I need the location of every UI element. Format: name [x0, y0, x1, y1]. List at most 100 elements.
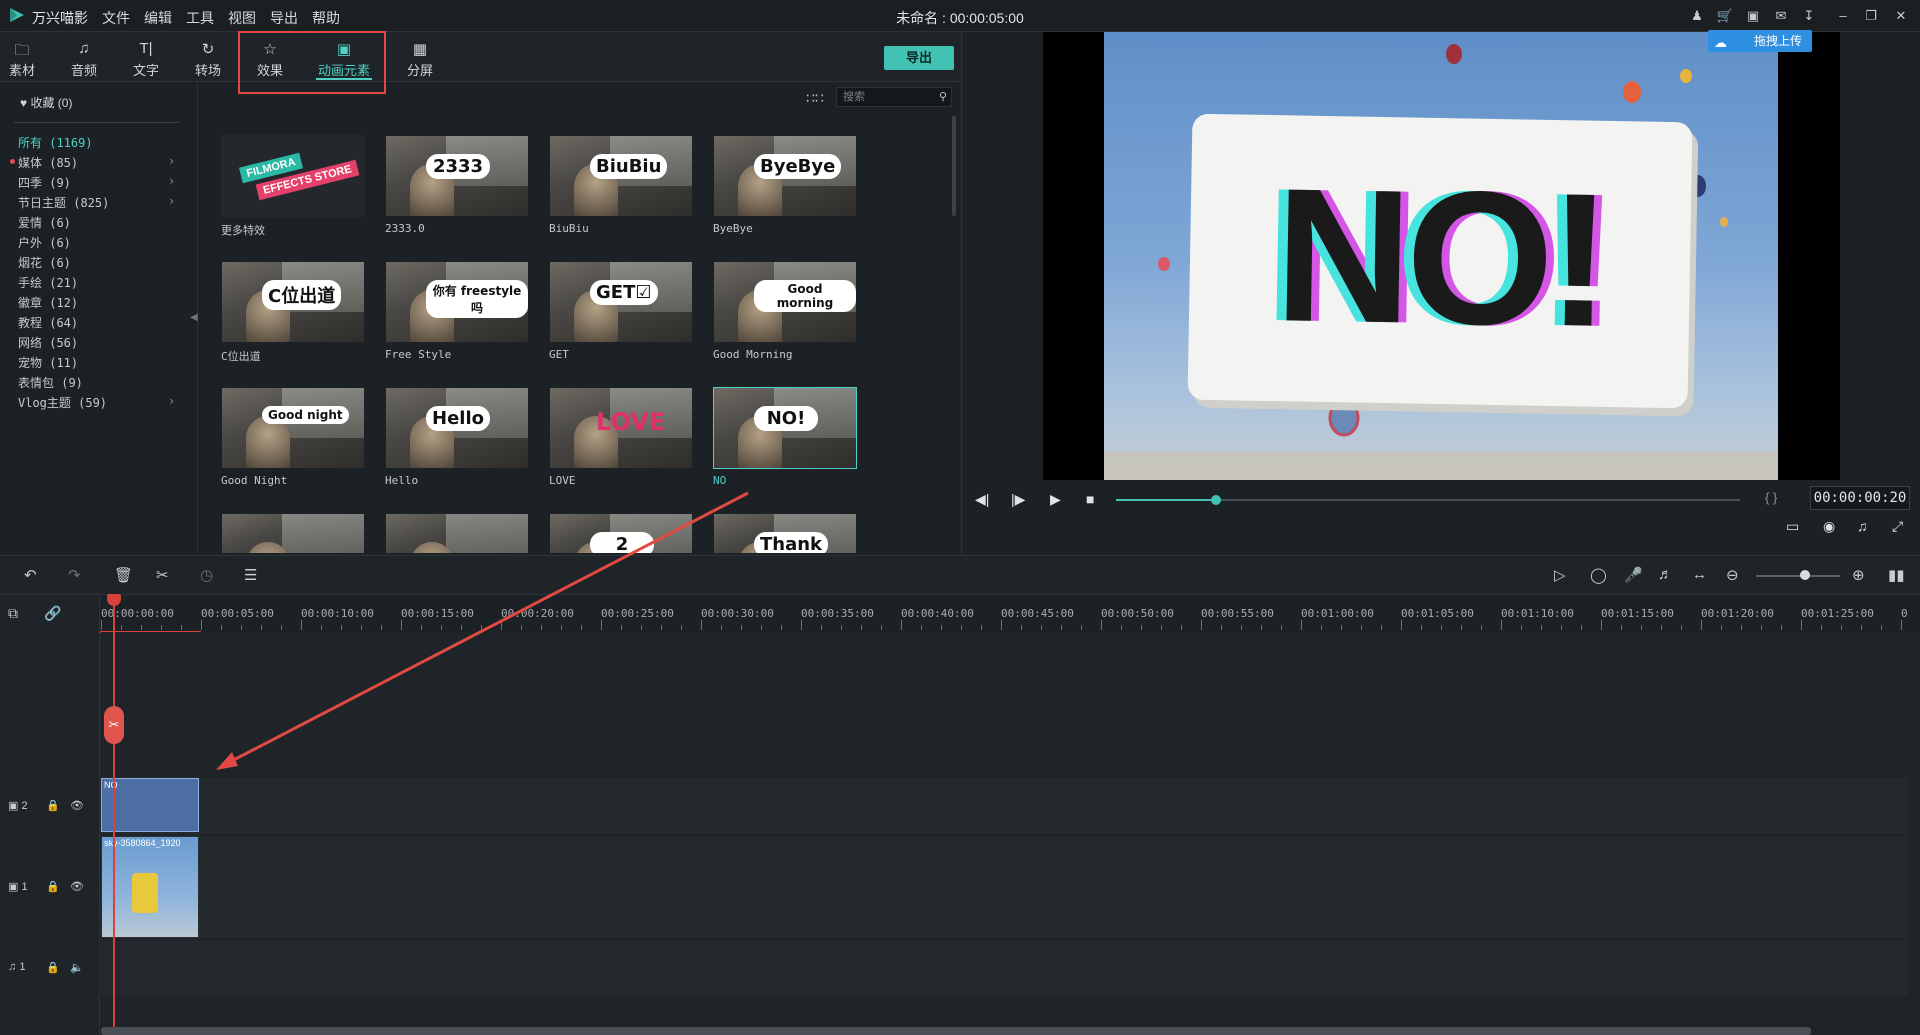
- speed-icon[interactable]: ◷: [200, 566, 213, 584]
- audio-mixer-icon[interactable]: ♬: [1658, 566, 1673, 583]
- display-settings-icon[interactable]: ▭: [1786, 518, 1799, 535]
- element-thumbnail[interactable]: FILMORA EFFECTS STORE: [221, 135, 365, 217]
- collapse-arrow-icon[interactable]: ◀: [190, 312, 198, 323]
- lock-icon[interactable]: 🔒: [46, 799, 60, 812]
- zoom-in-icon[interactable]: ⊕: [1852, 566, 1865, 584]
- favorites-item[interactable]: ♥ 收藏 (0): [20, 94, 72, 111]
- snapshot-icon[interactable]: ◉: [1823, 518, 1835, 535]
- category-item[interactable]: 徽章 (12): [18, 294, 78, 311]
- fit-timeline-icon[interactable]: ↔: [1692, 566, 1707, 583]
- mic-icon[interactable]: 🎤: [1624, 566, 1643, 584]
- category-item[interactable]: 爱情 (6): [18, 214, 71, 231]
- search-icon[interactable]: ⚲: [939, 90, 947, 103]
- category-item[interactable]: 四季 (9) ›: [18, 174, 175, 191]
- search-input[interactable]: [843, 90, 933, 104]
- element-thumbnail[interactable]: BiuBiu: [549, 135, 693, 217]
- search-box: ⚲: [836, 87, 952, 107]
- element-thumbnail[interactable]: LOVE: [549, 387, 693, 469]
- marker-icon[interactable]: ◯: [1590, 566, 1607, 584]
- element-thumbnail[interactable]: Good morning: [713, 261, 857, 343]
- category-item[interactable]: 网络 (56): [18, 334, 78, 351]
- tab-media[interactable]: 🗀 素材: [0, 40, 52, 79]
- in-out-marker-icon[interactable]: { }: [1765, 490, 1777, 505]
- tab-text[interactable]: T| 文字: [116, 40, 176, 79]
- tab-transition[interactable]: ↻ 转场: [178, 40, 238, 79]
- restore-icon[interactable]: ❐: [1862, 7, 1880, 25]
- save-icon[interactable]: ▣: [1744, 7, 1762, 25]
- category-item[interactable]: 媒体 (85) ›: [18, 154, 175, 171]
- category-item[interactable]: 所有 (1169): [18, 134, 93, 151]
- lock-icon[interactable]: 🔒: [46, 880, 60, 893]
- progress-handle[interactable]: [1210, 495, 1221, 505]
- zoom-slider-track[interactable]: [1756, 575, 1840, 577]
- timeline-clip-no[interactable]: NO: [101, 778, 199, 832]
- adjust-icon[interactable]: ☰: [244, 566, 257, 584]
- account-icon[interactable]: ♟: [1688, 7, 1706, 25]
- element-thumbnail[interactable]: ByeBye: [713, 135, 857, 217]
- element-thumbnail[interactable]: Hello: [385, 387, 529, 469]
- eye-icon[interactable]: 👁: [70, 799, 84, 812]
- element-thumbnail[interactable]: [221, 513, 365, 554]
- category-item[interactable]: 宠物 (11): [18, 354, 78, 371]
- cut-icon[interactable]: ✂: [156, 566, 169, 584]
- add-track-icon[interactable]: ⧉: [8, 605, 18, 622]
- category-item[interactable]: 户外 (6): [18, 234, 71, 251]
- element-thumbnail[interactable]: NO!: [713, 387, 857, 469]
- eye-icon[interactable]: 👁: [70, 880, 84, 893]
- redo-icon[interactable]: ↷: [68, 566, 81, 584]
- zoom-slider-handle[interactable]: [1800, 570, 1810, 580]
- category-item[interactable]: 教程 (64): [18, 314, 78, 331]
- element-thumbnail[interactable]: 2333: [385, 135, 529, 217]
- delete-icon[interactable]: 🗑: [114, 566, 133, 584]
- category-label: 所有 (1169): [18, 136, 93, 150]
- tab-split-screen[interactable]: ▦ 分屏: [390, 40, 450, 79]
- element-thumbnail[interactable]: C位出道: [221, 261, 365, 343]
- minimize-icon[interactable]: –: [1834, 7, 1852, 25]
- no-sticker-overlay[interactable]: NO!: [1187, 113, 1693, 409]
- render-icon[interactable]: ▷: [1554, 566, 1566, 584]
- scrollbar[interactable]: [952, 116, 956, 216]
- stop-icon[interactable]: ■: [1086, 491, 1094, 507]
- mail-icon[interactable]: ✉: [1772, 7, 1790, 25]
- category-item[interactable]: 手绘 (21): [18, 274, 78, 291]
- timeline-clip-sky[interactable]: sky-3580864_1920: [101, 836, 199, 938]
- ruler-tick: [521, 625, 522, 630]
- element-thumbnail[interactable]: [385, 513, 529, 554]
- split-scissor-icon[interactable]: ✂: [104, 706, 124, 744]
- category-item[interactable]: 节日主题 (825) ›: [18, 194, 175, 211]
- speaker-icon[interactable]: 🔈: [70, 961, 84, 974]
- ruler-tick: [301, 620, 302, 630]
- element-thumbnail[interactable]: Thank: [713, 513, 857, 554]
- layout-icon[interactable]: ▮▮: [1888, 566, 1905, 584]
- drag-upload-button[interactable]: ☁ 拖拽上传: [1708, 30, 1812, 52]
- undo-icon[interactable]: ↶: [24, 566, 37, 584]
- close-icon[interactable]: ✕: [1892, 7, 1910, 25]
- element-thumbnail[interactable]: Good night: [221, 387, 365, 469]
- timeline-scrollbar[interactable]: [101, 1027, 1811, 1035]
- prev-frame-icon[interactable]: ◀|: [975, 491, 989, 508]
- volume-icon[interactable]: ♫: [1857, 518, 1868, 534]
- grid-view-icon[interactable]: ∷∷: [806, 90, 824, 107]
- audio-track-1[interactable]: [101, 940, 1908, 995]
- cart-icon[interactable]: 🛒: [1716, 7, 1734, 25]
- download-icon[interactable]: ↧: [1800, 7, 1818, 25]
- category-item[interactable]: 表情包 (9): [18, 374, 83, 391]
- link-icon[interactable]: 🔗: [44, 605, 61, 622]
- playhead-line[interactable]: [113, 596, 115, 1035]
- fullscreen-icon[interactable]: ⤢: [1892, 518, 1903, 535]
- export-button[interactable]: 导出: [884, 46, 954, 70]
- category-item[interactable]: Vlog主题 (59) ›: [18, 394, 175, 411]
- play-icon[interactable]: ▶: [1050, 491, 1061, 508]
- video-track-1[interactable]: [101, 836, 1908, 938]
- element-thumbnail[interactable]: GET☑: [549, 261, 693, 343]
- next-frame-icon[interactable]: |▶: [1011, 491, 1025, 508]
- element-thumbnail[interactable]: 2: [549, 513, 693, 554]
- element-thumbnail[interactable]: 你有 freestyle 吗: [385, 261, 529, 343]
- lock-icon[interactable]: 🔒: [46, 961, 60, 974]
- sticker-preview: C位出道: [262, 280, 342, 310]
- zoom-out-icon[interactable]: ⊖: [1726, 566, 1739, 584]
- ruler-tick: [761, 625, 762, 630]
- category-item[interactable]: 烟花 (6): [18, 254, 71, 271]
- video-track-2[interactable]: [101, 778, 1908, 834]
- tab-audio[interactable]: ♫ 音频: [54, 40, 114, 79]
